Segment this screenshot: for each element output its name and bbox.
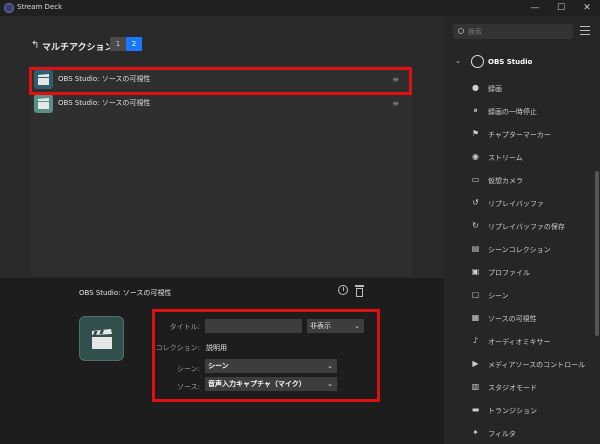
sidebar-item-icon: ▬ [471,405,480,414]
sidebar-item-label: シーン [488,292,509,300]
sidebar-item[interactable]: ↻ リプレイバッファの保存 [444,216,594,236]
sidebar-item[interactable]: ⚑ チャプターマーカー [444,124,594,144]
obs-logo-icon [471,55,484,68]
sidebar-item-icon: ▥ [471,382,480,391]
sidebar-item-label: 録画の一時停止 [488,108,537,116]
sidebar-item[interactable]: ▬ トランジション [444,400,594,420]
sidebar-item-icon: ✦ [472,428,479,437]
sidebar-item-icon: ⏸ [473,106,478,115]
sidebar-item-icon: ◉ [472,152,479,161]
sidebar-item-icon: ● [472,83,479,92]
category-label: OBS Studio [488,58,533,66]
sidebar-item-label: ソースの可視性 [488,315,537,323]
action-row[interactable]: OBS Studio: ソースの可視性 ≡ [31,93,412,115]
sidebar-item[interactable]: ▥ スタジオモード [444,377,594,397]
sidebar-item-label: リプレイバッファ [488,200,544,208]
sidebar-item-icon: ▤ [471,244,480,253]
app-title: Stream Deck [17,3,63,11]
sidebar-item[interactable]: ▭ 仮想カメラ [444,170,594,190]
sidebar-item[interactable]: ⏸ 録画の一時停止 [444,101,594,121]
maximize-button[interactable]: ☐ [548,1,574,15]
sidebar-item-icon: ▶ [472,359,479,368]
title-bar: Stream Deck — ☐ ✕ [0,0,600,16]
sidebar-item-label: チャプターマーカー [488,131,551,139]
clapperboard-preview-icon[interactable] [79,316,124,361]
sidebar-item[interactable]: ◉ ストリーム [444,147,594,167]
sidebar-item-label: シーンコレクション [488,246,551,254]
sidebar-item-label: ストリーム [488,154,523,162]
chevron-down-icon: ⌄ [455,57,461,65]
scrollbar[interactable] [595,171,599,336]
sidebar-item-icon: ▭ [471,175,480,184]
back-arrow-icon[interactable]: ↰ [31,40,39,51]
sidebar-item-label: 仮想カメラ [488,177,523,185]
search-input[interactable]: 検索 [453,24,573,39]
sidebar-item[interactable]: ↺ リプレイバッファ [444,193,594,213]
sidebar-item-icon: ▢ [471,290,480,299]
multi-action-panel: ↰ マルチアクション 1 2 OBS Studio: ソースの可視性 ≡ OBS… [0,16,444,278]
page-tab-2[interactable]: 2 [126,37,142,51]
inspector-title: OBS Studio: ソースの可視性 [79,289,172,297]
drag-handle-icon[interactable]: ≡ [392,99,399,108]
sidebar-item[interactable]: ▣ プロファイル [444,262,594,282]
page-title: マルチアクション [42,43,114,53]
sidebar-item[interactable]: ▶ メディアソースのコントロール [444,354,594,374]
action-list: OBS Studio: ソースの可視性 ≡ OBS Studio: ソースの可視… [31,66,412,276]
clapperboard-icon [34,94,53,113]
sidebar-item[interactable]: ● 録画 [444,78,594,98]
action-label: OBS Studio: ソースの可視性 [58,99,151,107]
sidebar-item-label: フィルタ [488,430,516,438]
minimize-button[interactable]: — [522,1,548,15]
list-view-icon[interactable] [580,26,590,35]
close-button[interactable]: ✕ [574,1,600,15]
history-icon[interactable] [338,285,348,295]
highlight-annotation [29,67,412,95]
sidebar-item-icon: ▣ [471,267,480,276]
sidebar-item-label: トランジション [488,407,537,415]
sidebar-item-icon: ↻ [472,221,479,230]
sidebar-item-label: メディアソースのコントロール [488,361,586,369]
sidebar-item-label: スタジオモード [488,384,537,392]
category-obs-studio[interactable]: ⌄ OBS Studio [444,52,594,72]
sidebar-item-icon: ♪ [472,336,479,345]
sidebar-item-label: 録画 [488,85,502,93]
sidebar-item[interactable]: ▢ シーン [444,285,594,305]
sidebar-item[interactable]: ▦ ソースの可視性 [444,308,594,328]
sidebar-item-icon: ▦ [471,313,480,322]
highlight-annotation [152,309,380,402]
sidebar-item-icon: ↺ [472,198,479,207]
stream-deck-logo-icon [4,3,14,13]
search-placeholder: 検索 [468,28,482,36]
sidebar-item[interactable]: ▤ シーンコレクション [444,239,594,259]
page-tab-1[interactable]: 1 [110,37,126,51]
sidebar-item-icon: ⚑ [471,129,480,138]
search-icon [458,28,464,34]
sidebar-item[interactable]: ✦ フィルタ [444,423,594,443]
sidebar-item-label: プロファイル [488,269,530,277]
sidebar-item-label: リプレイバッファの保存 [488,223,565,231]
sidebar-item-label: オーディオミキサー [488,338,551,346]
actions-sidebar: 検索 ⌄ OBS Studio ● 録画 ⏸ 録画の一時停止 ⚑ チャプターマーカー ◉ スト… [444,16,600,444]
sidebar-item[interactable]: ♪ オーディオミキサー [444,331,594,351]
trash-icon[interactable] [355,285,364,297]
